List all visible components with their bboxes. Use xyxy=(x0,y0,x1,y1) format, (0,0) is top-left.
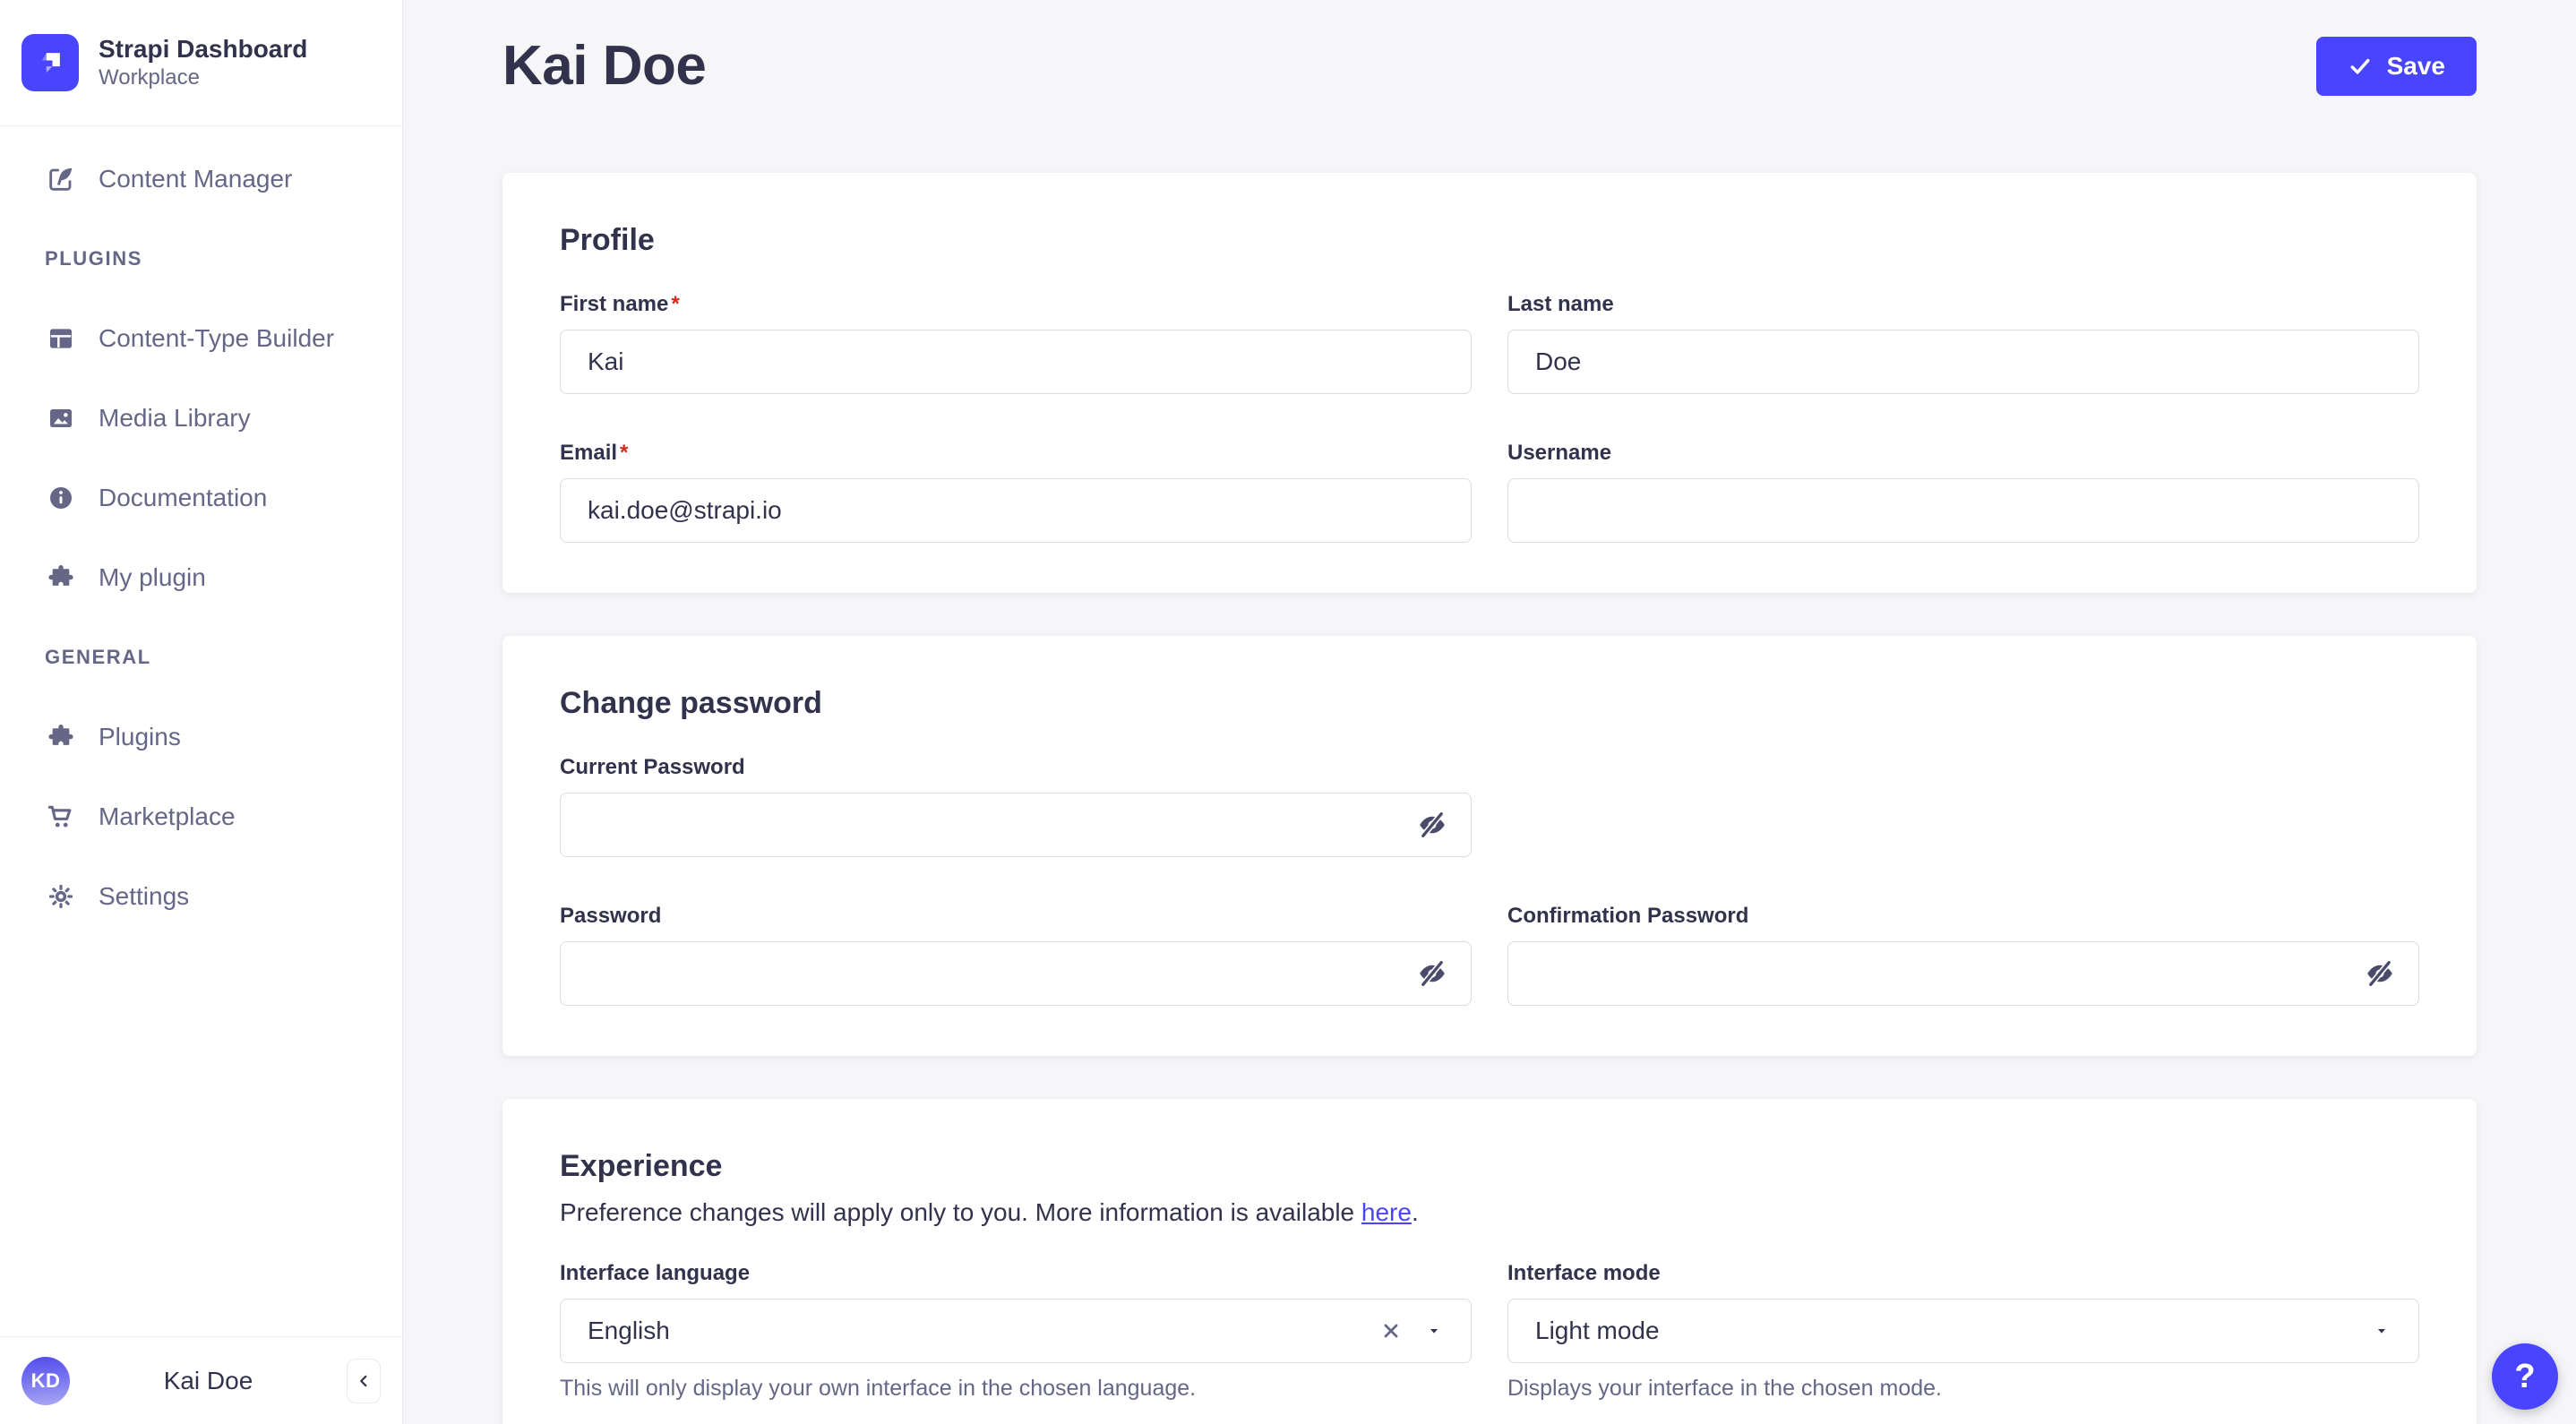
sidebar-item-my-plugin[interactable]: My plugin xyxy=(0,537,402,617)
interface-language-hint: This will only display your own interfac… xyxy=(560,1376,1197,1401)
main-content: Kai Doe Save Profile First name* Last na… xyxy=(403,0,2576,1424)
caret-down-icon xyxy=(1424,1321,1444,1341)
username-field: Username xyxy=(1507,441,2419,543)
picture-icon xyxy=(47,404,75,433)
sidebar-item-label: Plugins xyxy=(99,722,181,751)
chevron-left-icon xyxy=(354,1371,374,1391)
profile-card-title: Profile xyxy=(560,223,655,257)
new-password-field: Password xyxy=(560,904,1472,1006)
confirmation-password-field: Confirmation Password xyxy=(1507,904,2419,1006)
email-input[interactable] xyxy=(560,478,1472,543)
sidebar-item-documentation[interactable]: Documentation xyxy=(0,458,402,537)
interface-language-select[interactable]: English xyxy=(560,1299,1472,1363)
first-name-input[interactable] xyxy=(560,330,1472,394)
workspace-title: Strapi Dashboard xyxy=(99,35,308,64)
interface-mode-select[interactable]: Light mode xyxy=(1507,1299,2419,1363)
experience-description: Preference changes will apply only to yo… xyxy=(560,1198,1419,1226)
interface-mode-field: Interface mode Light mode Displays your … xyxy=(1507,1261,2419,1402)
strapi-logo-icon xyxy=(21,34,79,91)
user-name: Kai Doe xyxy=(163,1366,253,1394)
sidebar-item-label: Content Manager xyxy=(99,164,293,193)
change-password-card: Change password Current Password Passwor… xyxy=(502,636,2477,1056)
change-password-title: Change password xyxy=(560,686,822,720)
username-label: Username xyxy=(1507,441,1612,465)
grid-spacer xyxy=(1507,755,2419,857)
layout-icon xyxy=(47,324,75,353)
workspace-brand[interactable]: Strapi Dashboard Workplace xyxy=(0,0,402,126)
question-mark-icon: ? xyxy=(2514,1357,2536,1395)
required-marker: * xyxy=(671,292,680,316)
confirmation-password-input[interactable] xyxy=(1507,941,2419,1006)
sidebar-user-footer: KD Kai Doe xyxy=(0,1336,402,1424)
required-marker: * xyxy=(620,441,629,465)
info-icon xyxy=(47,484,75,512)
current-password-input[interactable] xyxy=(560,793,1472,857)
save-button-label: Save xyxy=(2386,51,2445,80)
sidebar-item-label: Settings xyxy=(99,881,190,910)
username-input[interactable] xyxy=(1507,478,2419,543)
toggle-password-visibility-button[interactable] xyxy=(1414,956,1450,991)
eye-off-icon xyxy=(2367,960,2392,987)
confirmation-password-label: Confirmation Password xyxy=(1507,904,1749,928)
sidebar-item-settings[interactable]: Settings xyxy=(0,856,402,936)
cart-icon xyxy=(47,802,75,831)
help-button[interactable]: ? xyxy=(2492,1343,2558,1410)
sidebar-item-plugins[interactable]: Plugins xyxy=(0,697,402,776)
last-name-input[interactable] xyxy=(1507,330,2419,394)
sidebar-item-media-library[interactable]: Media Library xyxy=(0,378,402,458)
sidebar-item-content-type-builder[interactable]: Content-Type Builder xyxy=(0,298,402,378)
sidebar-nav: Content Manager PLUGINS Content-Type Bui… xyxy=(0,126,402,1336)
interface-language-field: Interface language English This will onl… xyxy=(560,1261,1472,1402)
more-information-link[interactable]: here xyxy=(1361,1198,1412,1226)
experience-title: Experience xyxy=(560,1149,723,1183)
last-name-field: Last name xyxy=(1507,292,2419,394)
feather-edit-icon xyxy=(47,165,75,193)
sidebar-item-marketplace[interactable]: Marketplace xyxy=(0,776,402,856)
interface-mode-label: Interface mode xyxy=(1507,1261,1661,1285)
sidebar-section-plugins: PLUGINS xyxy=(45,246,142,270)
password-label: Password xyxy=(560,904,662,928)
caret-down-icon xyxy=(2372,1321,2391,1341)
toggle-password-visibility-button[interactable] xyxy=(2362,956,2398,991)
interface-language-label: Interface language xyxy=(560,1261,751,1285)
clear-x-icon xyxy=(1384,1324,1398,1338)
eye-off-icon xyxy=(1420,960,1445,987)
password-input[interactable] xyxy=(560,941,1472,1006)
sidebar-item-label: My plugin xyxy=(99,562,206,591)
profile-card: Profile First name* Last name Email* Use… xyxy=(502,173,2477,593)
sidebar-item-label: Content-Type Builder xyxy=(99,323,335,352)
clear-selection-button[interactable] xyxy=(1378,1317,1404,1344)
first-name-field: First name * xyxy=(560,292,1472,394)
sidebar-item-label: Media Library xyxy=(99,403,251,432)
last-name-label: Last name xyxy=(1507,292,1614,316)
page-header: Kai Doe Save xyxy=(502,0,2477,98)
current-password-label: Current Password xyxy=(560,755,745,779)
puzzle-icon xyxy=(47,723,75,751)
email-field: Email * xyxy=(560,441,1472,543)
avatar[interactable]: KD xyxy=(21,1356,70,1405)
sidebar-item-label: Marketplace xyxy=(99,802,236,830)
interface-mode-hint: Displays your interface in the chosen mo… xyxy=(1507,1376,1942,1401)
check-icon xyxy=(2348,54,2373,79)
sidebar: Strapi Dashboard Workplace Content Manag… xyxy=(0,0,403,1424)
toggle-password-visibility-button[interactable] xyxy=(1414,807,1450,843)
save-button[interactable]: Save xyxy=(2315,36,2477,96)
current-password-field: Current Password xyxy=(560,755,1472,857)
interface-mode-value: Light mode xyxy=(1535,1317,1660,1344)
puzzle-icon xyxy=(47,563,75,592)
sidebar-section-general: GENERAL xyxy=(45,645,151,668)
first-name-label: First name * xyxy=(560,292,680,316)
experience-card: Experience Preference changes will apply… xyxy=(502,1099,2477,1424)
sidebar-item-label: Documentation xyxy=(99,483,268,511)
page-title: Kai Doe xyxy=(502,35,707,97)
email-label: Email * xyxy=(560,441,629,465)
workspace-subtitle: Workplace xyxy=(99,64,200,90)
interface-language-value: English xyxy=(588,1317,670,1344)
gear-icon xyxy=(47,882,75,911)
sidebar-item-content-manager[interactable]: Content Manager xyxy=(0,139,402,219)
sidebar-collapse-button[interactable] xyxy=(347,1358,381,1403)
eye-off-icon xyxy=(1420,811,1445,838)
